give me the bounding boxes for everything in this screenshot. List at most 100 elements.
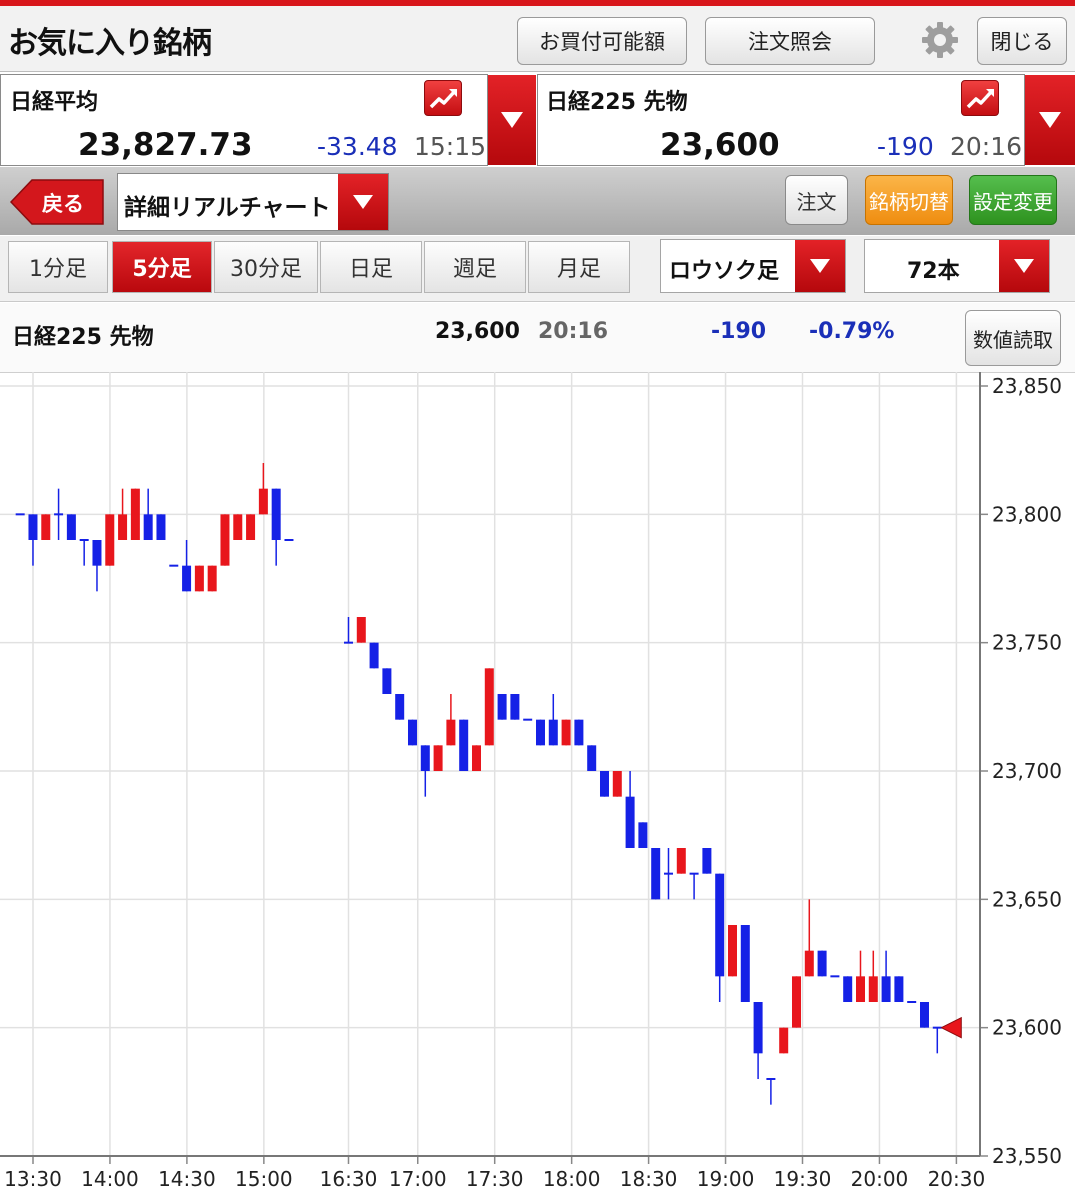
candle xyxy=(369,642,379,669)
candle xyxy=(753,1002,763,1079)
candle-body xyxy=(194,565,204,592)
candle xyxy=(740,925,750,1002)
candlestick-chart[interactable]: 23,850 23,800 23,750 23,700 23,650 23,600 23,5… xyxy=(0,372,1075,1200)
candle xyxy=(41,514,51,540)
candle-body xyxy=(143,514,153,540)
index-time: 20:16 xyxy=(950,132,1023,161)
candle xyxy=(66,514,76,540)
chevron-down-icon xyxy=(1039,112,1061,128)
x-tick-label: 17:00 xyxy=(389,1167,447,1191)
candle xyxy=(779,1027,789,1054)
candle xyxy=(817,950,827,977)
candle-body xyxy=(612,771,622,797)
candle xyxy=(574,719,584,746)
candle-body xyxy=(817,950,827,977)
candle-body xyxy=(407,719,417,746)
order-button[interactable]: 注文 xyxy=(785,175,848,225)
chart-type-label: 詳細リアルチャート xyxy=(124,195,331,221)
candle-body xyxy=(894,976,904,1002)
tab-monthly[interactable]: 月足 xyxy=(528,241,630,293)
chart-style-select[interactable]: ロウソク足 xyxy=(660,239,846,293)
candle xyxy=(791,976,801,1028)
candle xyxy=(395,694,405,720)
candle xyxy=(382,668,392,694)
candle-body xyxy=(702,848,712,874)
index-name: 日経平均 xyxy=(10,90,99,115)
bars-count-select[interactable]: 72本 xyxy=(864,239,1050,293)
index-dropdown-button[interactable] xyxy=(1025,75,1075,165)
tab-1min[interactable]: 1分足 xyxy=(8,241,108,293)
candle xyxy=(561,719,571,746)
tab-daily[interactable]: 日足 xyxy=(320,241,422,293)
candle xyxy=(246,514,256,540)
candle-body xyxy=(625,796,635,848)
candle xyxy=(407,719,417,746)
trend-chart-icon[interactable] xyxy=(424,80,462,116)
chart-type-dropdown[interactable] xyxy=(338,174,388,230)
candle-body xyxy=(271,488,281,540)
x-tick-label: 18:30 xyxy=(620,1167,678,1191)
candle-body xyxy=(258,488,268,515)
buying-power-button[interactable]: お買付可能額 xyxy=(517,17,687,65)
candle-body xyxy=(676,848,686,874)
candle-body xyxy=(28,514,38,540)
candle xyxy=(638,822,648,848)
gear-icon[interactable] xyxy=(920,20,960,60)
settings-change-button[interactable]: 設定変更 xyxy=(969,175,1057,225)
index-dropdown-button[interactable] xyxy=(488,75,536,165)
y-tick-label: 23,750 xyxy=(992,631,1062,655)
y-tick-label: 23,850 xyxy=(992,374,1062,398)
candle-body xyxy=(233,514,243,540)
candle xyxy=(130,488,140,540)
page-title: お気に入り銘柄 xyxy=(8,26,212,61)
y-tick-label: 23,700 xyxy=(992,759,1062,783)
candle xyxy=(868,950,878,1002)
candle xyxy=(919,1002,929,1028)
close-button[interactable]: 閉じる xyxy=(977,17,1067,65)
x-tick-label: 16:30 xyxy=(320,1167,378,1191)
candle-body xyxy=(433,745,443,771)
candle-body xyxy=(246,514,256,540)
candle xyxy=(194,565,204,592)
tab-weekly[interactable]: 週足 xyxy=(424,241,526,293)
back-label: 戻る xyxy=(42,192,84,216)
candle-body xyxy=(791,976,801,1028)
candle-body xyxy=(484,668,494,746)
switch-symbol-button[interactable]: 銘柄切替 xyxy=(865,175,953,225)
chart-canvas: 23,850 23,800 23,750 23,700 23,650 23,600 23,5… xyxy=(0,372,1062,1191)
candle xyxy=(497,694,507,720)
symbol-time: 20:16 xyxy=(538,319,609,344)
read-value-button[interactable]: 数値読取 xyxy=(965,310,1061,366)
candle xyxy=(587,745,597,771)
candle xyxy=(702,848,712,874)
order-inquiry-button[interactable]: 注文照会 xyxy=(705,17,875,65)
candle-body xyxy=(92,540,102,566)
bars-count-dropdown[interactable] xyxy=(999,240,1049,292)
bars-count-label: 72本 xyxy=(907,259,960,284)
candle xyxy=(651,848,661,900)
tab-30min[interactable]: 30分足 xyxy=(214,241,318,293)
candle-body xyxy=(182,565,192,592)
symbol-price: 23,600 xyxy=(435,319,520,344)
candle xyxy=(804,899,814,977)
candle-body xyxy=(868,976,878,1002)
chart-type-select[interactable]: 詳細リアルチャート xyxy=(117,173,389,231)
candle-body xyxy=(548,719,558,746)
trend-chart-icon[interactable] xyxy=(961,80,999,116)
chevron-down-icon xyxy=(501,112,523,128)
chart-style-dropdown[interactable] xyxy=(795,240,845,292)
candle xyxy=(207,565,217,592)
x-tick-label: 13:30 xyxy=(4,1167,62,1191)
index-price: 23,600 xyxy=(660,127,780,163)
y-tick-label: 23,600 xyxy=(992,1016,1062,1040)
x-tick-label: 17:30 xyxy=(466,1167,524,1191)
candle xyxy=(156,514,166,540)
candle-body xyxy=(446,719,456,746)
back-button[interactable]: 戻る xyxy=(10,178,104,226)
candle-body xyxy=(843,976,853,1002)
tab-5min[interactable]: 5分足 xyxy=(112,241,212,293)
candle-body xyxy=(855,976,865,1002)
candle-body xyxy=(395,694,405,720)
chevron-down-icon xyxy=(1014,259,1034,273)
chevron-down-icon xyxy=(353,195,373,209)
